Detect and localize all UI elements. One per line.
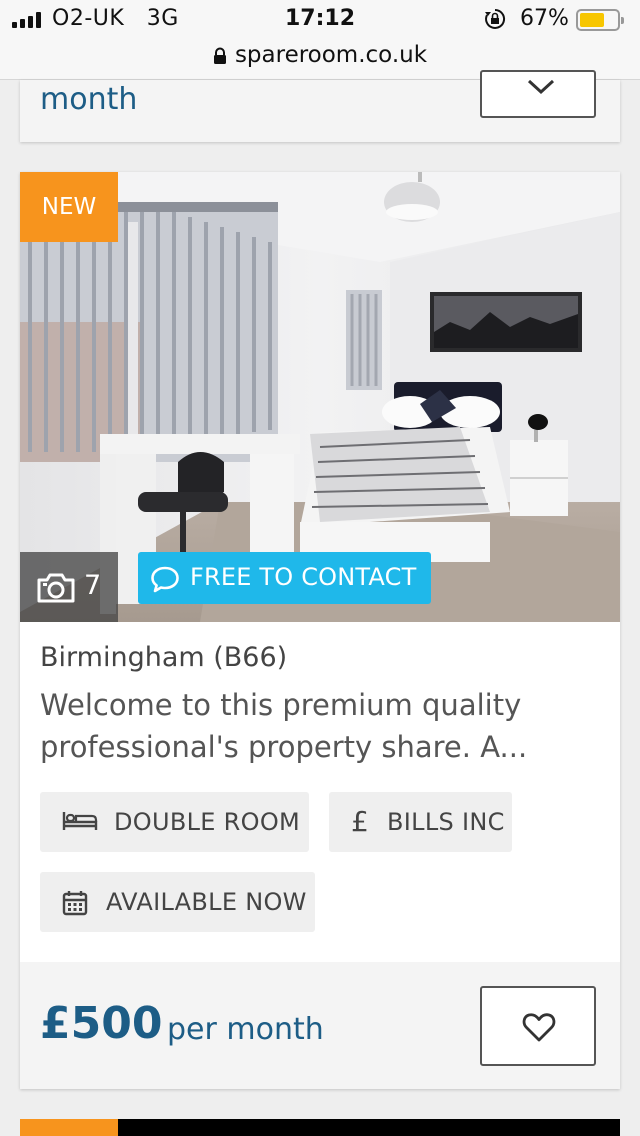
- free-to-contact-badge[interactable]: FREE TO CONTACT: [138, 552, 431, 604]
- battery-percent: 67%: [520, 6, 569, 31]
- photo-count: 7: [84, 570, 102, 601]
- availability-label: AVAILABLE NOW: [106, 888, 307, 916]
- bed-icon: [62, 812, 98, 830]
- next-listing-card[interactable]: [20, 1119, 620, 1136]
- chat-bubble-icon: [151, 566, 179, 593]
- previous-listing-card[interactable]: month: [20, 70, 620, 142]
- url-text: spareroom.co.uk: [234, 42, 428, 68]
- previous-price-suffix: month: [40, 82, 138, 117]
- free-to-contact-label: FREE TO CONTACT: [190, 563, 417, 591]
- next-listing-badge: [20, 1119, 118, 1136]
- room-type-label: DOUBLE ROOM: [114, 808, 301, 836]
- listing-description[interactable]: Welcome to this premium quality professi…: [40, 684, 600, 768]
- new-badge: NEW: [20, 172, 118, 242]
- photo-count-button[interactable]: 7: [20, 552, 118, 622]
- save-listing-button[interactable]: [480, 986, 596, 1066]
- pound-icon: £: [351, 805, 369, 838]
- room-type-tag: DOUBLE ROOM: [40, 792, 309, 852]
- url-display[interactable]: spareroom.co.uk: [0, 42, 640, 68]
- camera-icon: [37, 573, 75, 603]
- battery-icon: [576, 9, 624, 31]
- calendar-icon: [62, 891, 88, 916]
- bills-tag: £ BILLS INC: [329, 792, 512, 852]
- heart-icon: [522, 1013, 556, 1042]
- bills-label: BILLS INC: [387, 808, 505, 836]
- listing-location[interactable]: Birmingham (B66): [40, 642, 287, 673]
- chevron-down-icon: [527, 79, 555, 95]
- listing-photo[interactable]: NEW 7 FREE TO CONTACT: [20, 172, 620, 622]
- price-suffix: per month: [167, 1012, 324, 1047]
- previous-save-button[interactable]: [480, 70, 596, 118]
- availability-tag: AVAILABLE NOW: [40, 872, 315, 932]
- status-bar: O2-UK 3G 17:12 67%: [0, 0, 640, 40]
- listing-card[interactable]: NEW 7 FREE TO CONTACT Birmingham (B66) W…: [20, 172, 620, 1089]
- listing-price: £500: [40, 998, 163, 1049]
- padlock-icon: [213, 47, 226, 64]
- battery-fill: [580, 13, 604, 27]
- listing-footer: £500 per month: [20, 962, 620, 1089]
- rotation-lock-icon: [485, 8, 506, 29]
